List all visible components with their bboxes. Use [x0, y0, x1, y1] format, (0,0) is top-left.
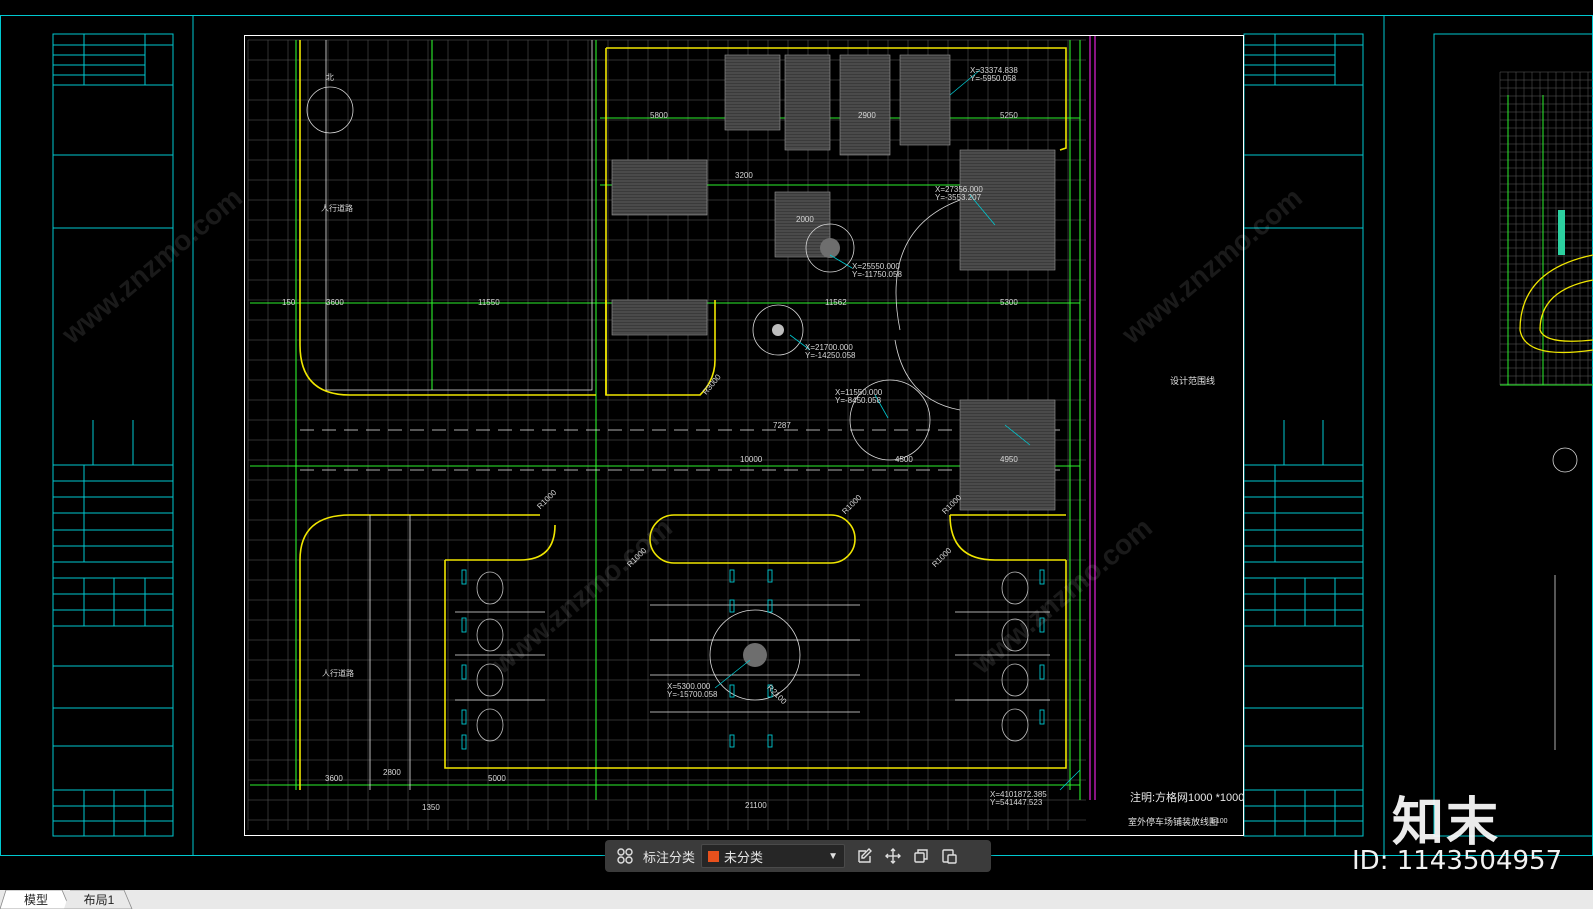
dim-label: 1350 [422, 803, 440, 812]
tab-layout1[interactable]: 布局1 [72, 890, 126, 909]
category-color-swatch [708, 850, 720, 862]
dim-label: 10000 [740, 455, 763, 464]
tab-model[interactable]: 模型 [10, 890, 62, 909]
coord-y: Y=-5950.058 [970, 74, 1017, 83]
edit-icon[interactable] [851, 842, 879, 870]
dim-label: 5250 [1000, 111, 1018, 120]
category-value: 未分类 [724, 849, 764, 865]
dim-label: 3200 [735, 171, 753, 180]
dim-label: 5300 [1000, 298, 1018, 307]
watermark-logo: 知末 [1392, 793, 1501, 853]
plan-title: 室外停车场铺装放线图 [1128, 817, 1219, 827]
coord-y: Y=-15700.058 [667, 690, 718, 699]
dim-label: 2900 [858, 111, 876, 120]
dim-label: 11562 [825, 298, 847, 307]
cad-drawing-canvas[interactable] [0, 0, 1593, 890]
dim-label: 21100 [745, 801, 767, 810]
coord-y: Y=541447.523 [990, 798, 1043, 807]
area-label-top: 人行道路 [321, 204, 353, 213]
watermark-id: ID: 1143504957 [1352, 846, 1563, 876]
dim-label: 7287 [773, 421, 791, 430]
annotation-category-label: 标注分类 [643, 849, 696, 865]
plan-scale: 1:100 [1210, 818, 1228, 825]
dim-label: 3600 [325, 774, 343, 783]
coord-y: Y=-11750.058 [852, 270, 902, 279]
dim-label: 4500 [895, 455, 913, 464]
move-icon[interactable] [879, 842, 907, 870]
dim-label: 3600 [326, 298, 344, 307]
category-dropdown[interactable]: 未分类 ▼ [701, 844, 846, 868]
layout-tab-bar: 模型 布局1 [0, 890, 1593, 909]
north-label: 北 [326, 73, 334, 82]
dim-label: 4950 [1000, 455, 1018, 464]
annotation-toolbar: 标注分类 未分类 ▼ [605, 840, 991, 872]
coord-y: Y=-3553.207 [935, 193, 982, 202]
dim-label: 5800 [650, 111, 668, 120]
dim-label: 2000 [796, 215, 814, 224]
copy-icon[interactable] [907, 842, 935, 870]
dim-label: 150 [282, 298, 296, 307]
design-line-label: 设计范围线 [1170, 376, 1216, 386]
dim-label: 11550 [478, 298, 500, 307]
paste-icon[interactable] [935, 842, 963, 870]
note-label: 注明:方格网1000 *1000 [1130, 792, 1245, 804]
dim-label: 5000 [488, 774, 506, 783]
coord-y: Y=-14250.058 [805, 351, 856, 360]
grid-menu-icon[interactable] [611, 842, 639, 870]
area-label-bottom: 人行道路 [322, 669, 354, 678]
chevron-down-icon: ▼ [828, 850, 839, 862]
dim-label: 2800 [383, 768, 401, 777]
coord-y: Y=-8450.058 [835, 396, 882, 405]
